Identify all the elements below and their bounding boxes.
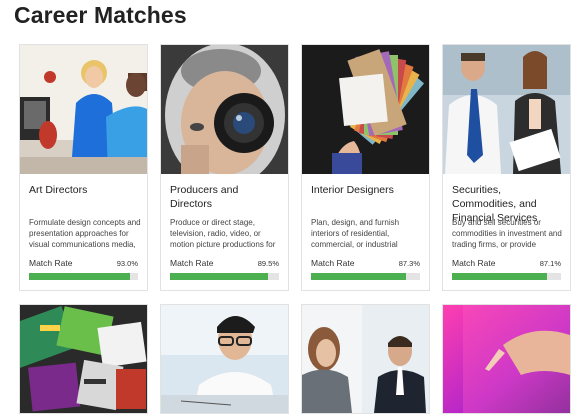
match-rate-row: Match Rate 87.3% bbox=[311, 258, 420, 270]
card-description: Buy and sell securities or commodities i… bbox=[452, 218, 562, 250]
page-title: Career Matches bbox=[14, 2, 187, 28]
match-rate-bar bbox=[29, 273, 138, 280]
card-title[interactable]: Interior Designers bbox=[311, 183, 423, 197]
match-rate-row: Match Rate 93.0% bbox=[29, 258, 138, 270]
card-description: Formulate design concepts and presentati… bbox=[29, 218, 141, 250]
card-title[interactable]: Art Directors bbox=[29, 183, 141, 197]
career-card-5[interactable] bbox=[19, 304, 148, 414]
match-rate-bar-fill bbox=[29, 273, 131, 280]
match-rate-label: Match Rate bbox=[29, 258, 73, 268]
career-card-interior-designers[interactable]: Interior Designers Plan, design, and fur… bbox=[301, 44, 430, 291]
engineer-drawing-image bbox=[161, 305, 288, 413]
career-card-8[interactable] bbox=[442, 304, 571, 414]
match-rate-label: Match Rate bbox=[311, 258, 355, 268]
art-directors-image bbox=[20, 45, 147, 174]
match-rate-bar bbox=[170, 273, 279, 280]
card-description: Produce or direct stage, television, rad… bbox=[170, 218, 276, 250]
match-rate-row: Match Rate 89.5% bbox=[170, 258, 279, 270]
career-card-securities-financial[interactable]: Securities, Commodities, and Financial S… bbox=[442, 44, 571, 291]
match-rate-bar-fill bbox=[170, 273, 268, 280]
card-description: Plan, design, and furnish interiors of r… bbox=[311, 218, 400, 250]
producers-directors-image bbox=[161, 45, 288, 174]
career-card-art-directors[interactable]: Art Directors Formulate design concepts … bbox=[19, 44, 148, 291]
financial-services-image bbox=[443, 45, 570, 174]
interior-designers-image bbox=[302, 45, 429, 174]
match-rate-bar bbox=[311, 273, 420, 280]
print-magazines-image bbox=[20, 305, 147, 413]
business-meeting-image bbox=[302, 305, 429, 413]
match-rate-row: Match Rate 87.1% bbox=[452, 258, 561, 270]
match-rate-value: 93.0% bbox=[116, 259, 138, 268]
match-rate-value: 89.5% bbox=[257, 259, 279, 268]
match-rate-bar-fill bbox=[311, 273, 407, 280]
match-rate-bar-fill bbox=[452, 273, 547, 280]
match-rate-value: 87.1% bbox=[539, 259, 561, 268]
career-card-6[interactable] bbox=[160, 304, 289, 414]
match-rate-label: Match Rate bbox=[452, 258, 496, 268]
tablet-touch-image bbox=[443, 305, 570, 413]
career-card-7[interactable] bbox=[301, 304, 430, 414]
match-rate-label: Match Rate bbox=[170, 258, 214, 268]
career-card-producers-directors[interactable]: Producers and Directors Produce or direc… bbox=[160, 44, 289, 291]
match-rate-value: 87.3% bbox=[398, 259, 420, 268]
card-title[interactable]: Producers and Directors bbox=[170, 183, 282, 211]
match-rate-bar bbox=[452, 273, 561, 280]
